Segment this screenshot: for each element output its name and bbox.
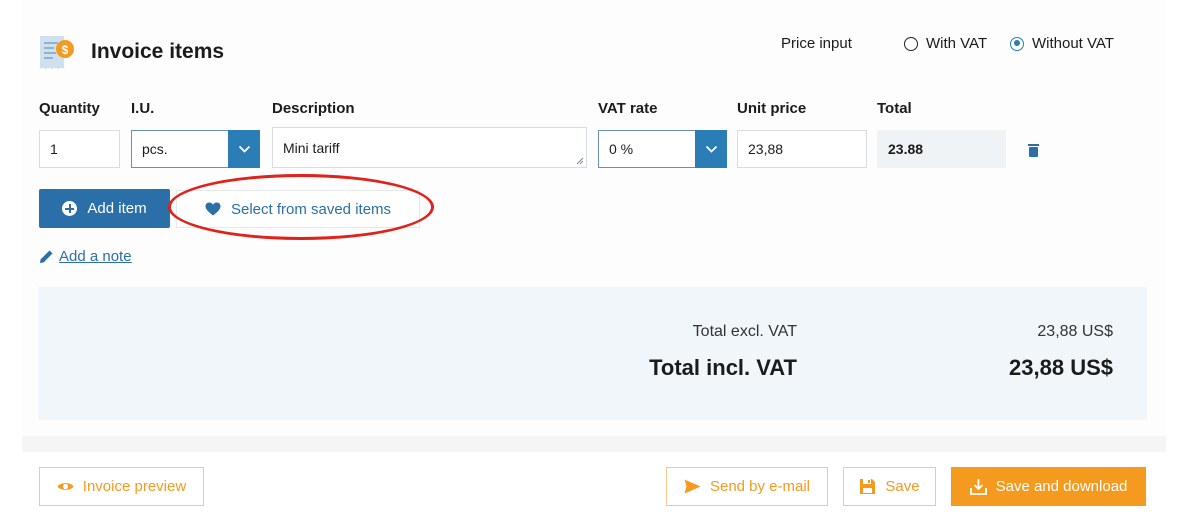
eye-icon [57, 483, 74, 490]
save-label: Save [885, 478, 920, 495]
add-note-label: Add a note [59, 248, 132, 265]
chevron-down-icon [705, 145, 717, 153]
col-description: Description [272, 100, 355, 117]
divider [22, 436, 1166, 452]
add-item-button[interactable]: Add item [39, 189, 170, 228]
description-textarea[interactable]: Mini tariff [272, 127, 587, 168]
download-icon [969, 479, 987, 495]
save-and-download-button[interactable]: Save and download [951, 467, 1146, 506]
total-incl-vat-value: 23,88 US$ [1009, 355, 1113, 380]
unit-select[interactable]: pcs. [131, 130, 228, 168]
send-email-label: Send by e-mail [709, 478, 811, 495]
radio-label: With VAT [926, 35, 988, 52]
svg-text:$: $ [62, 43, 69, 57]
save-and-download-label: Save and download [995, 478, 1128, 495]
send-email-button[interactable]: Send by e-mail [666, 467, 828, 506]
radio-label: Without VAT [1032, 35, 1114, 52]
unit-price-input[interactable]: 23,88 [737, 130, 867, 168]
total-excl-vat-value: 23,88 US$ [1037, 323, 1113, 340]
pencil-icon [40, 250, 53, 263]
total-value: 23.88 [877, 130, 1006, 168]
col-quantity: Quantity [39, 100, 100, 117]
col-total: Total [877, 100, 912, 117]
col-unit: I.U. [131, 100, 155, 117]
vat-rate-select[interactable]: 0 % [598, 130, 695, 168]
add-item-label: Add item [87, 200, 147, 217]
invoice-preview-label: Invoice preview [82, 478, 187, 495]
add-note-link[interactable]: Add a note [39, 248, 132, 265]
radio-circle[interactable] [904, 36, 918, 51]
invoice-icon: $ [39, 36, 74, 70]
send-icon [684, 479, 701, 494]
total-excl-vat-label: Total excl. VAT [692, 323, 797, 340]
invoice-preview-button[interactable]: Invoice preview [39, 467, 204, 506]
col-vat-rate: VAT rate [598, 100, 658, 117]
trash-icon[interactable] [1028, 144, 1039, 157]
description-value: Mini tariff [283, 140, 340, 156]
radio-without-vat[interactable]: Without VAT [1010, 35, 1114, 52]
total-incl-vat-label: Total incl. VAT [649, 355, 797, 380]
select-saved-label: Select from saved items [230, 200, 392, 218]
totals-panel [38, 287, 1147, 420]
radio-with-vat[interactable]: With VAT [904, 35, 987, 52]
floppy-disk-icon [860, 479, 876, 494]
unit-dropdown-button[interactable] [228, 130, 260, 168]
resize-grip-icon[interactable] [576, 157, 584, 165]
page-title: Invoice items [91, 40, 225, 63]
select-saved-items-button[interactable]: Select from saved items [176, 190, 420, 228]
radio-circle-selected[interactable] [1010, 36, 1024, 51]
col-unit-price: Unit price [737, 100, 807, 117]
heart-icon [205, 202, 221, 216]
price-input-label: Price input [781, 35, 852, 52]
plus-circle-icon [62, 201, 78, 216]
save-button[interactable]: Save [843, 467, 936, 506]
quantity-input[interactable]: 1 [39, 130, 120, 168]
vat-dropdown-button[interactable] [695, 130, 727, 168]
chevron-down-icon [238, 145, 250, 153]
